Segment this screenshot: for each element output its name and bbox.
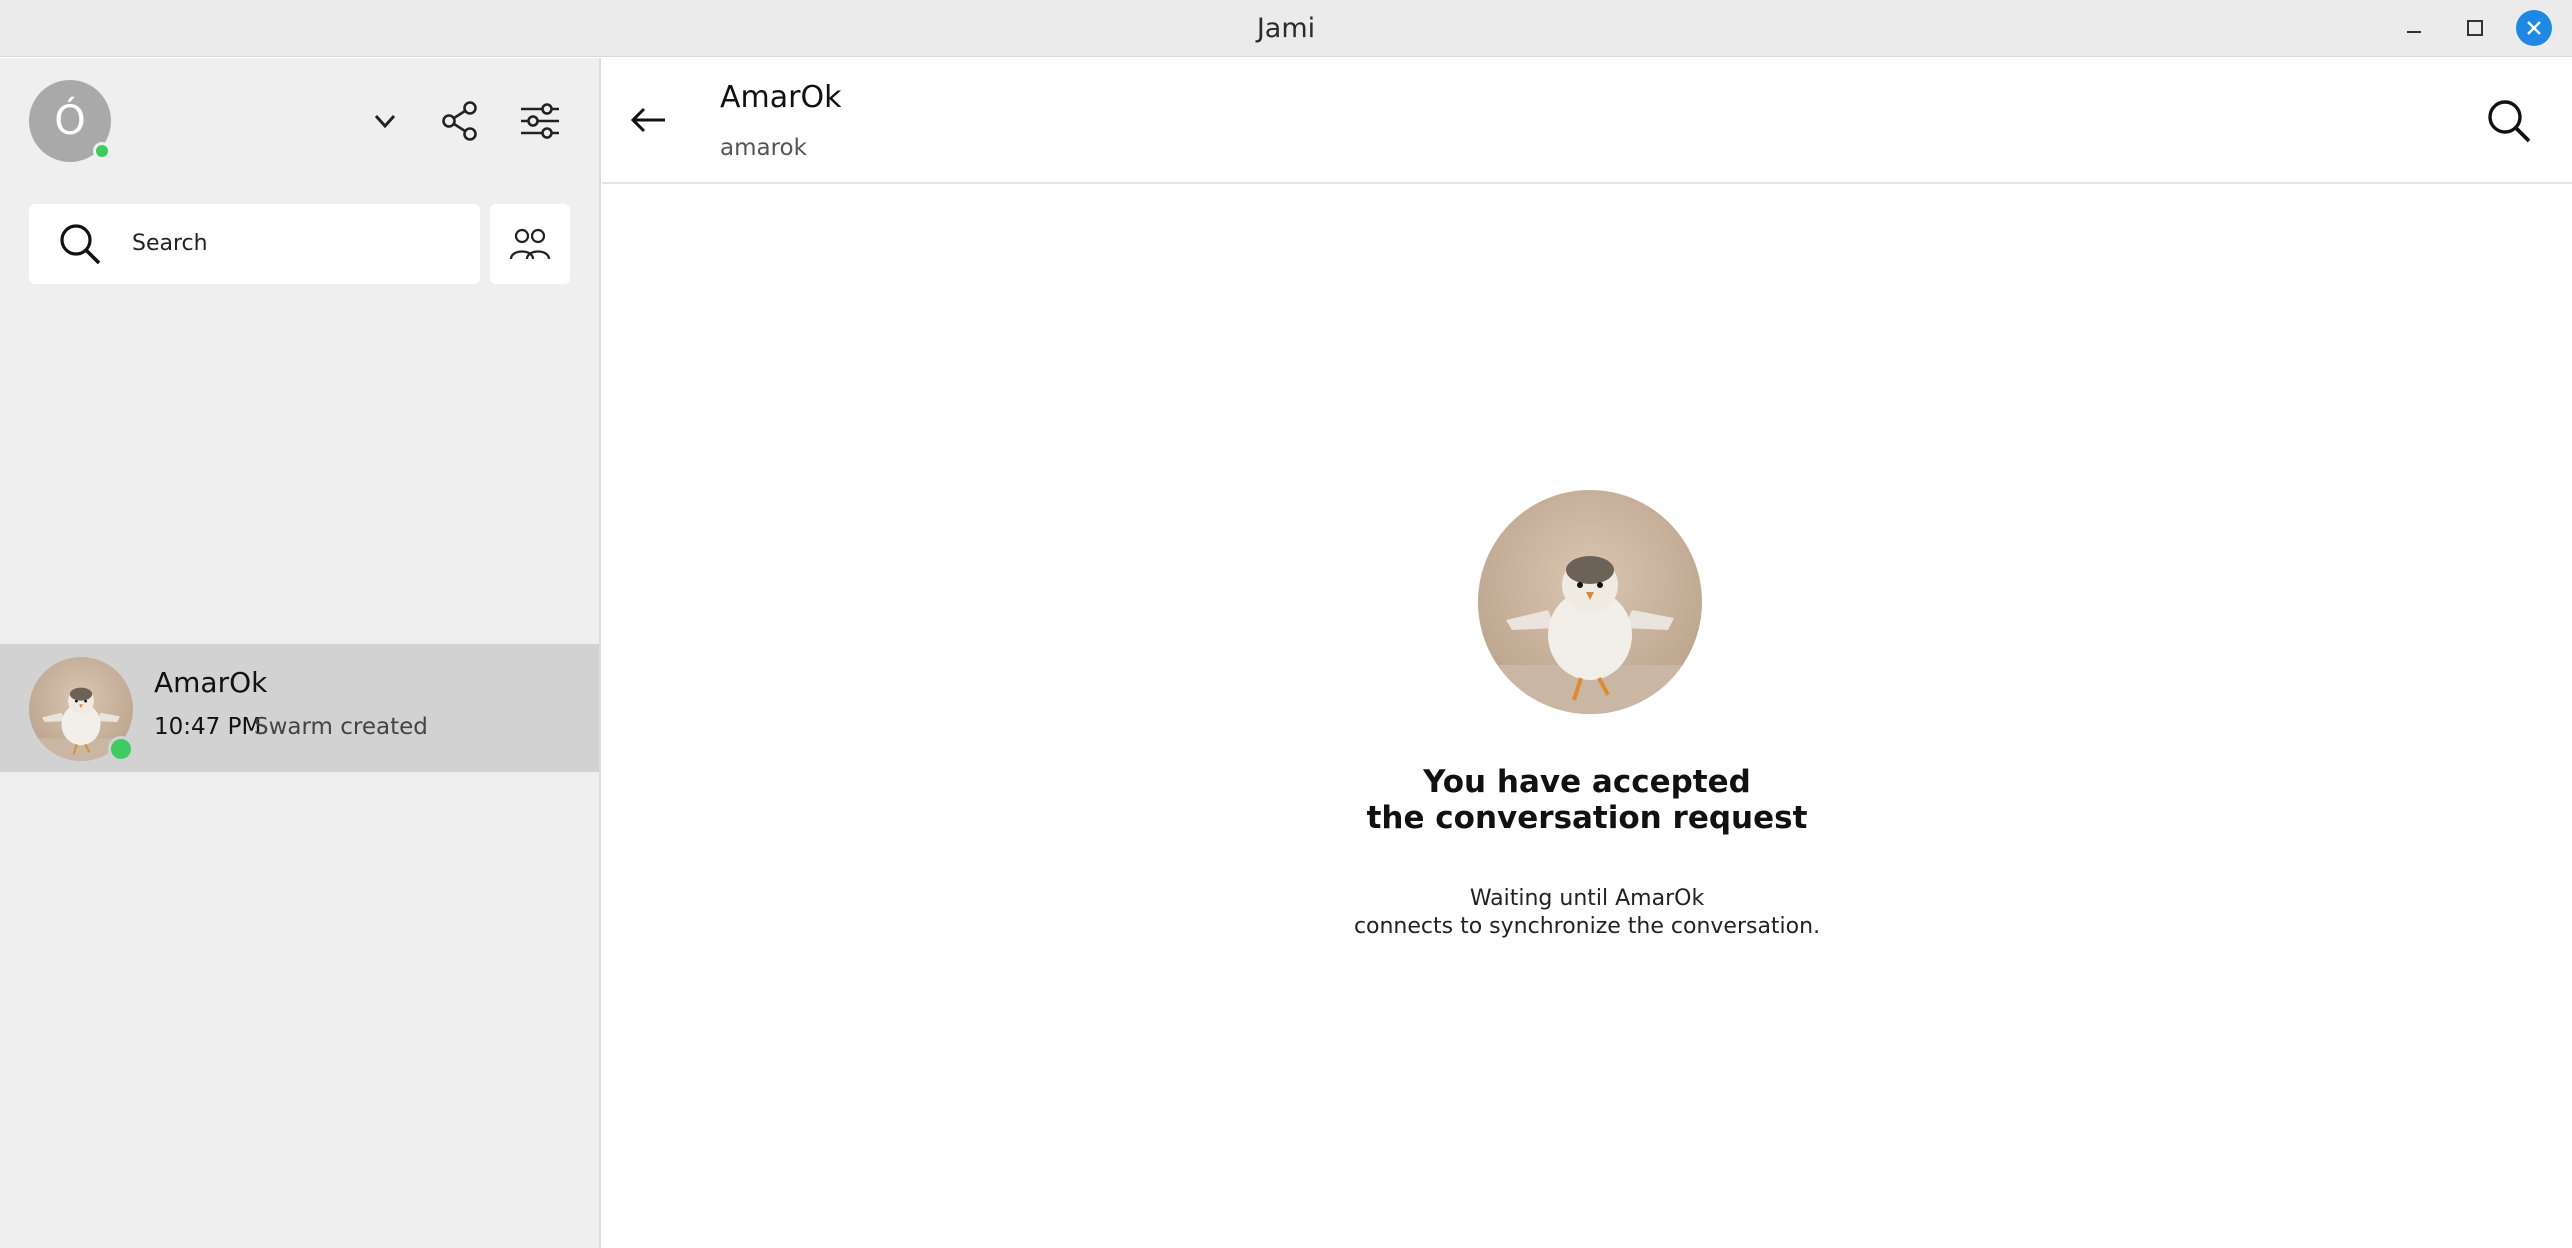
close-button[interactable]: [2514, 8, 2554, 48]
search-messages-button[interactable]: [2482, 94, 2536, 148]
waiting-text-line1: Waiting until AmarOk: [1469, 886, 1705, 911]
minimize-button[interactable]: [2394, 8, 2434, 48]
share-account-button[interactable]: [435, 96, 485, 146]
maximize-icon: [2467, 20, 2483, 36]
conversation-last-message: Swarm created: [254, 714, 428, 740]
settings-button[interactable]: [515, 96, 565, 146]
waiting-text-line2: connects to synchronize the conversation…: [1353, 914, 1821, 939]
account-presence-indicator: [93, 142, 111, 160]
conversation-name: AmarOk: [154, 666, 268, 699]
minimize-icon: [2407, 31, 2421, 33]
conversation-list-item[interactable]: AmarOk 10:47 PM Swarm created: [0, 644, 599, 772]
search-icon: [60, 224, 101, 265]
close-icon: [2527, 21, 2541, 35]
title-bar: Jami: [0, 0, 2572, 57]
window-title: Jami: [1256, 13, 1316, 44]
account-dropdown-button[interactable]: [360, 96, 410, 146]
peer-username: amarok: [720, 135, 807, 161]
accepted-heading-line1: You have accepted: [1423, 764, 1751, 800]
maximize-button[interactable]: [2455, 8, 2495, 48]
peer-avatar: [1478, 490, 1702, 714]
back-button[interactable]: [624, 96, 672, 144]
share-icon: [442, 101, 477, 141]
chevron-down-icon: [374, 114, 396, 129]
peer-name: AmarOk: [720, 80, 842, 115]
start-swarm-button[interactable]: [490, 204, 570, 284]
sidebar: Ó Search AmarOk 10:47 PM Swarm created: [0, 58, 601, 1248]
search-icon: [2488, 100, 2531, 143]
settings-sliders-icon: [521, 103, 559, 139]
search-input[interactable]: Search: [29, 204, 480, 284]
conversation-time: 10:47 PM: [154, 714, 262, 740]
people-icon: [509, 228, 551, 260]
chat-header: AmarOk amarok: [602, 58, 2572, 184]
search-placeholder: Search: [132, 231, 208, 256]
chat-view: AmarOk amarok You have accepted the conv…: [602, 58, 2572, 1248]
back-arrow-icon: [630, 107, 665, 133]
accepted-heading-line2: the conversation request: [1366, 800, 1808, 836]
contact-presence-indicator: [108, 736, 134, 762]
